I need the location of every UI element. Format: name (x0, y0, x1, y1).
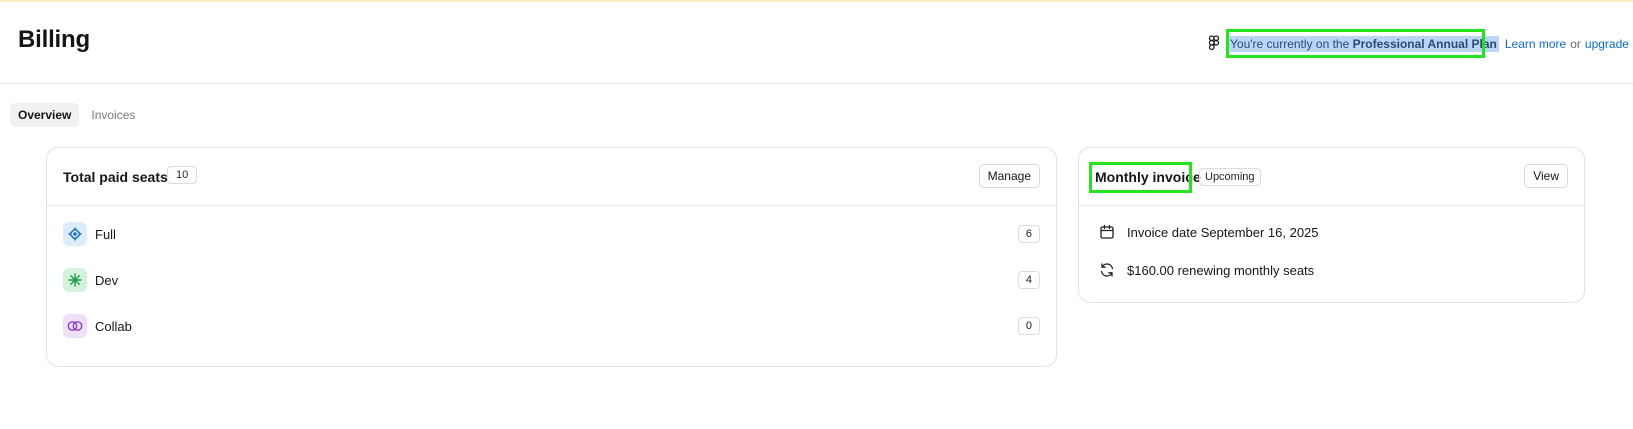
calendar-icon (1100, 224, 1114, 239)
page-header: Billing You're currently on the Professi… (0, 2, 1633, 84)
refresh-icon (1100, 263, 1114, 277)
renewal-row: $160.00 renewing monthly seats (1099, 262, 1314, 278)
or-separator: or (1570, 37, 1581, 51)
invoice-card-header: Monthly invoice Upcoming View (1079, 148, 1584, 206)
invoice-date-text: Invoice date September 16, 2025 (1127, 224, 1319, 240)
view-invoice-button[interactable]: View (1524, 164, 1568, 188)
figma-logo-icon (1208, 35, 1220, 51)
seat-count-collab: 0 (1017, 317, 1040, 335)
seat-label-collab: Collab (95, 318, 132, 334)
invoice-date-row: Invoice date September 16, 2025 (1099, 224, 1319, 240)
invoice-card: Monthly invoice Upcoming View Invoice da… (1078, 147, 1585, 303)
seat-row-full: Full 6 (63, 221, 1040, 247)
invoice-title-highlight-box (1089, 162, 1192, 193)
page-title: Billing (18, 26, 90, 53)
collab-seat-icon (63, 314, 87, 338)
renewal-text: $160.00 renewing monthly seats (1127, 262, 1315, 278)
plan-notice-highlight-box (1226, 29, 1485, 58)
seats-card: Total paid seats 10 Manage Full 6 Dev 4 (46, 147, 1057, 367)
seat-label-full: Full (95, 226, 116, 242)
seat-label-dev: Dev (95, 272, 119, 288)
seat-count-dev: 4 (1017, 271, 1040, 289)
tab-invoices[interactable]: Invoices (83, 103, 143, 127)
dev-seat-icon (63, 268, 87, 292)
billing-tabs: Overview Invoices (10, 103, 143, 127)
seats-card-title: Total paid seats (63, 169, 168, 185)
upgrade-link[interactable]: upgrade (1585, 37, 1629, 51)
manage-button[interactable]: Manage (978, 164, 1040, 188)
learn-more-link[interactable]: Learn more (1505, 37, 1566, 51)
full-seat-icon (63, 222, 87, 246)
seat-row-collab: Collab 0 (63, 313, 1040, 339)
seats-card-header: Total paid seats 10 Manage (47, 148, 1056, 206)
upcoming-badge: Upcoming (1199, 168, 1261, 186)
seat-row-dev: Dev 4 (63, 267, 1040, 293)
seat-count-full: 6 (1017, 225, 1040, 243)
total-seats-badge: 10 (167, 166, 198, 184)
tab-overview[interactable]: Overview (10, 103, 80, 127)
